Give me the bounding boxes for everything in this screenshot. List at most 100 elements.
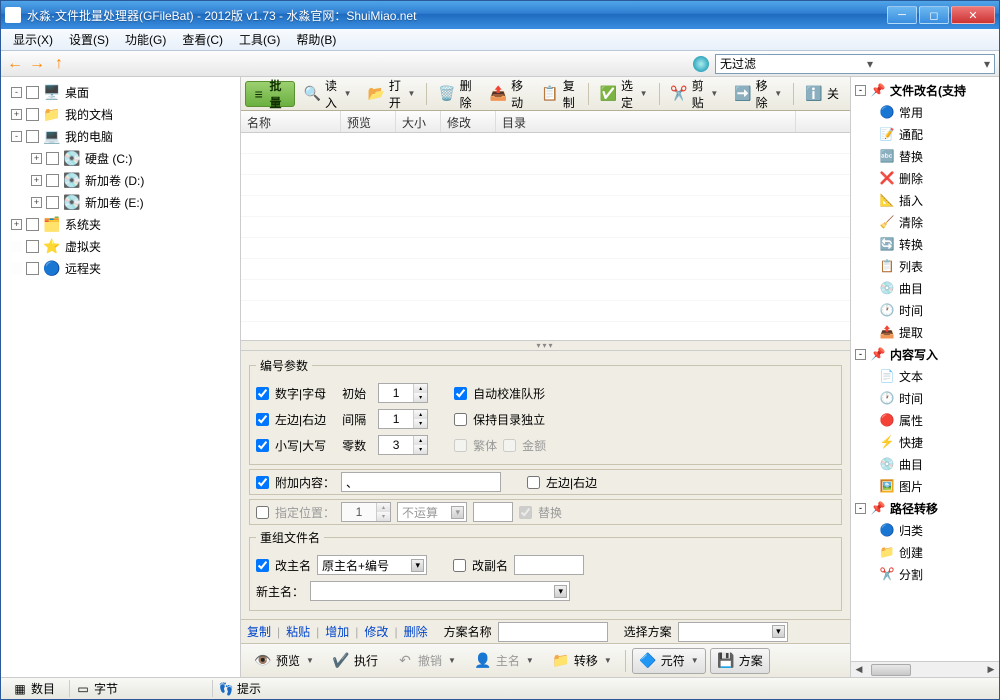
operation-item[interactable]: 🔄转换 <box>853 233 997 255</box>
nav-forward-icon[interactable]: → <box>27 54 47 74</box>
tree-checkbox[interactable] <box>26 240 39 253</box>
toolbar-button[interactable]: ≡批量 <box>245 81 295 107</box>
main-name-combo[interactable]: 原主名+编号▾ <box>317 555 427 575</box>
column-header[interactable]: 修改 <box>441 111 496 132</box>
filter-combo[interactable]: 无过滤 ▾ ▾ <box>715 54 995 74</box>
menu-item[interactable]: 工具(G) <box>231 29 288 50</box>
tree-node[interactable]: +💽硬盘 (C:) <box>3 147 238 169</box>
list-body[interactable] <box>241 133 850 340</box>
operation-item[interactable]: 📄文本 <box>853 365 997 387</box>
splitter[interactable]: ▾▾▾ <box>241 341 850 351</box>
operation-item[interactable]: ⚡快捷 <box>853 431 997 453</box>
tree-node[interactable]: +🗂️系统夹 <box>3 213 238 235</box>
scheme-link[interactable]: 粘贴 <box>286 623 310 640</box>
tree-checkbox[interactable] <box>46 152 59 165</box>
expand-icon[interactable]: + <box>31 175 42 186</box>
expand-icon[interactable]: + <box>31 197 42 208</box>
scheme-link[interactable]: 复制 <box>247 623 271 640</box>
folder-tree[interactable]: -🖥️桌面+📁我的文档-💻我的电脑+💽硬盘 (C:)+💽新加卷 (D:)+💽新加… <box>1 77 241 677</box>
file-list[interactable]: 名称预览大小修改目录 <box>241 111 850 341</box>
operation-item[interactable]: ❌删除 <box>853 167 997 189</box>
auto-align-check[interactable] <box>454 387 467 400</box>
operation-item[interactable]: 🖼️图片 <box>853 475 997 497</box>
action-button[interactable]: 👁️预览▼ <box>247 648 321 674</box>
toolbar-button[interactable]: ✂️剪贴▼ <box>663 81 725 107</box>
tree-checkbox[interactable] <box>26 262 39 275</box>
nav-back-icon[interactable]: ← <box>5 54 25 74</box>
digit-letter-check[interactable] <box>256 387 269 400</box>
close-button[interactable]: ✕ <box>951 6 995 24</box>
zeros-spin[interactable]: ▴▾ <box>378 435 428 455</box>
column-header[interactable]: 预览 <box>341 111 396 132</box>
operation-item[interactable]: 🔤替换 <box>853 145 997 167</box>
scheme-link[interactable]: 删除 <box>404 623 428 640</box>
scroll-right-icon[interactable]: ▶ <box>983 664 999 675</box>
operation-item[interactable]: ✂️分割 <box>853 563 997 585</box>
scheme-select-combo[interactable]: ▾ <box>678 622 788 642</box>
operation-item[interactable]: 📋列表 <box>853 255 997 277</box>
scroll-thumb[interactable] <box>871 664 911 676</box>
operation-item[interactable]: 🕐时间 <box>853 299 997 321</box>
new-name-combo[interactable]: ▾ <box>310 581 570 601</box>
left-right-check[interactable] <box>256 413 269 426</box>
operation-item[interactable]: 🔵常用 <box>853 101 997 123</box>
action-button[interactable]: 🔷元符▼ <box>632 648 706 674</box>
start-spin[interactable]: ▴▾ <box>378 383 428 403</box>
scheme-link[interactable]: 增加 <box>325 623 349 640</box>
tree-checkbox[interactable] <box>26 218 39 231</box>
expand-icon[interactable] <box>11 241 22 252</box>
tree-node[interactable]: -🖥️桌面 <box>3 81 238 103</box>
maximize-button[interactable]: ◻ <box>919 6 949 24</box>
tree-node[interactable]: 🔵远程夹 <box>3 257 238 279</box>
minimize-button[interactable]: ─ <box>887 6 917 24</box>
scheme-name-input[interactable] <box>498 622 608 642</box>
action-button[interactable]: 💾方案 <box>710 648 770 674</box>
operation-item[interactable]: 💿曲目 <box>853 453 997 475</box>
tree-node[interactable]: -💻我的电脑 <box>3 125 238 147</box>
operation-group[interactable]: -📌内容写入 <box>853 343 997 365</box>
operation-item[interactable]: 🧹清除 <box>853 211 997 233</box>
menu-item[interactable]: 帮助(B) <box>288 29 344 50</box>
tree-node[interactable]: +💽新加卷 (E:) <box>3 191 238 213</box>
operation-item[interactable]: 📤提取 <box>853 321 997 343</box>
expand-icon[interactable]: - <box>855 503 866 514</box>
operation-item[interactable]: 📝通配 <box>853 123 997 145</box>
append-check[interactable] <box>256 476 269 489</box>
menu-item[interactable]: 设置(S) <box>61 29 117 50</box>
operation-item[interactable]: 📐插入 <box>853 189 997 211</box>
tree-node[interactable]: ⭐虚拟夹 <box>3 235 238 257</box>
expand-icon[interactable]: - <box>11 87 22 98</box>
toolbar-button[interactable]: 🔍读入▼ <box>297 81 359 107</box>
operation-item[interactable]: 🔴属性 <box>853 409 997 431</box>
operation-group[interactable]: -📌文件改名(支持 <box>853 79 997 101</box>
toolbar-button[interactable]: 🗑️删除 <box>431 81 481 107</box>
ext-name-check[interactable] <box>453 559 466 572</box>
h-scrollbar[interactable]: ◀ ▶ <box>851 661 999 677</box>
tree-node[interactable]: +💽新加卷 (D:) <box>3 169 238 191</box>
toolbar-button[interactable]: 📂打开▼ <box>360 81 422 107</box>
append-input[interactable] <box>341 472 501 492</box>
menu-item[interactable]: 功能(G) <box>117 29 174 50</box>
column-header[interactable]: 目录 <box>496 111 796 132</box>
scroll-left-icon[interactable]: ◀ <box>851 664 867 675</box>
keep-dir-check[interactable] <box>454 413 467 426</box>
tree-checkbox[interactable] <box>26 130 39 143</box>
toolbar-button[interactable]: 📋复制 <box>534 81 584 107</box>
ext-name-input[interactable] <box>514 555 584 575</box>
toolbar-button[interactable]: ℹ️关 <box>798 81 846 107</box>
expand-icon[interactable]: + <box>11 109 22 120</box>
action-button[interactable]: ✔️执行 <box>325 648 385 674</box>
operation-group[interactable]: -📌路径转移 <box>853 497 997 519</box>
operation-item[interactable]: 📁创建 <box>853 541 997 563</box>
expand-icon[interactable] <box>11 263 22 274</box>
expand-icon[interactable]: + <box>11 219 22 230</box>
menu-item[interactable]: 查看(C) <box>174 29 231 50</box>
append-lr-check[interactable] <box>527 476 540 489</box>
operations-tree[interactable]: -📌文件改名(支持🔵常用📝通配🔤替换❌删除📐插入🧹清除🔄转换📋列表💿曲目🕐时间📤… <box>851 77 999 661</box>
operation-item[interactable]: 🕐时间 <box>853 387 997 409</box>
operation-item[interactable]: 🔵归类 <box>853 519 997 541</box>
tree-checkbox[interactable] <box>46 196 59 209</box>
operation-item[interactable]: 💿曲目 <box>853 277 997 299</box>
scheme-link[interactable]: 修改 <box>364 623 388 640</box>
toolbar-button[interactable]: ✅选定▼ <box>593 81 655 107</box>
